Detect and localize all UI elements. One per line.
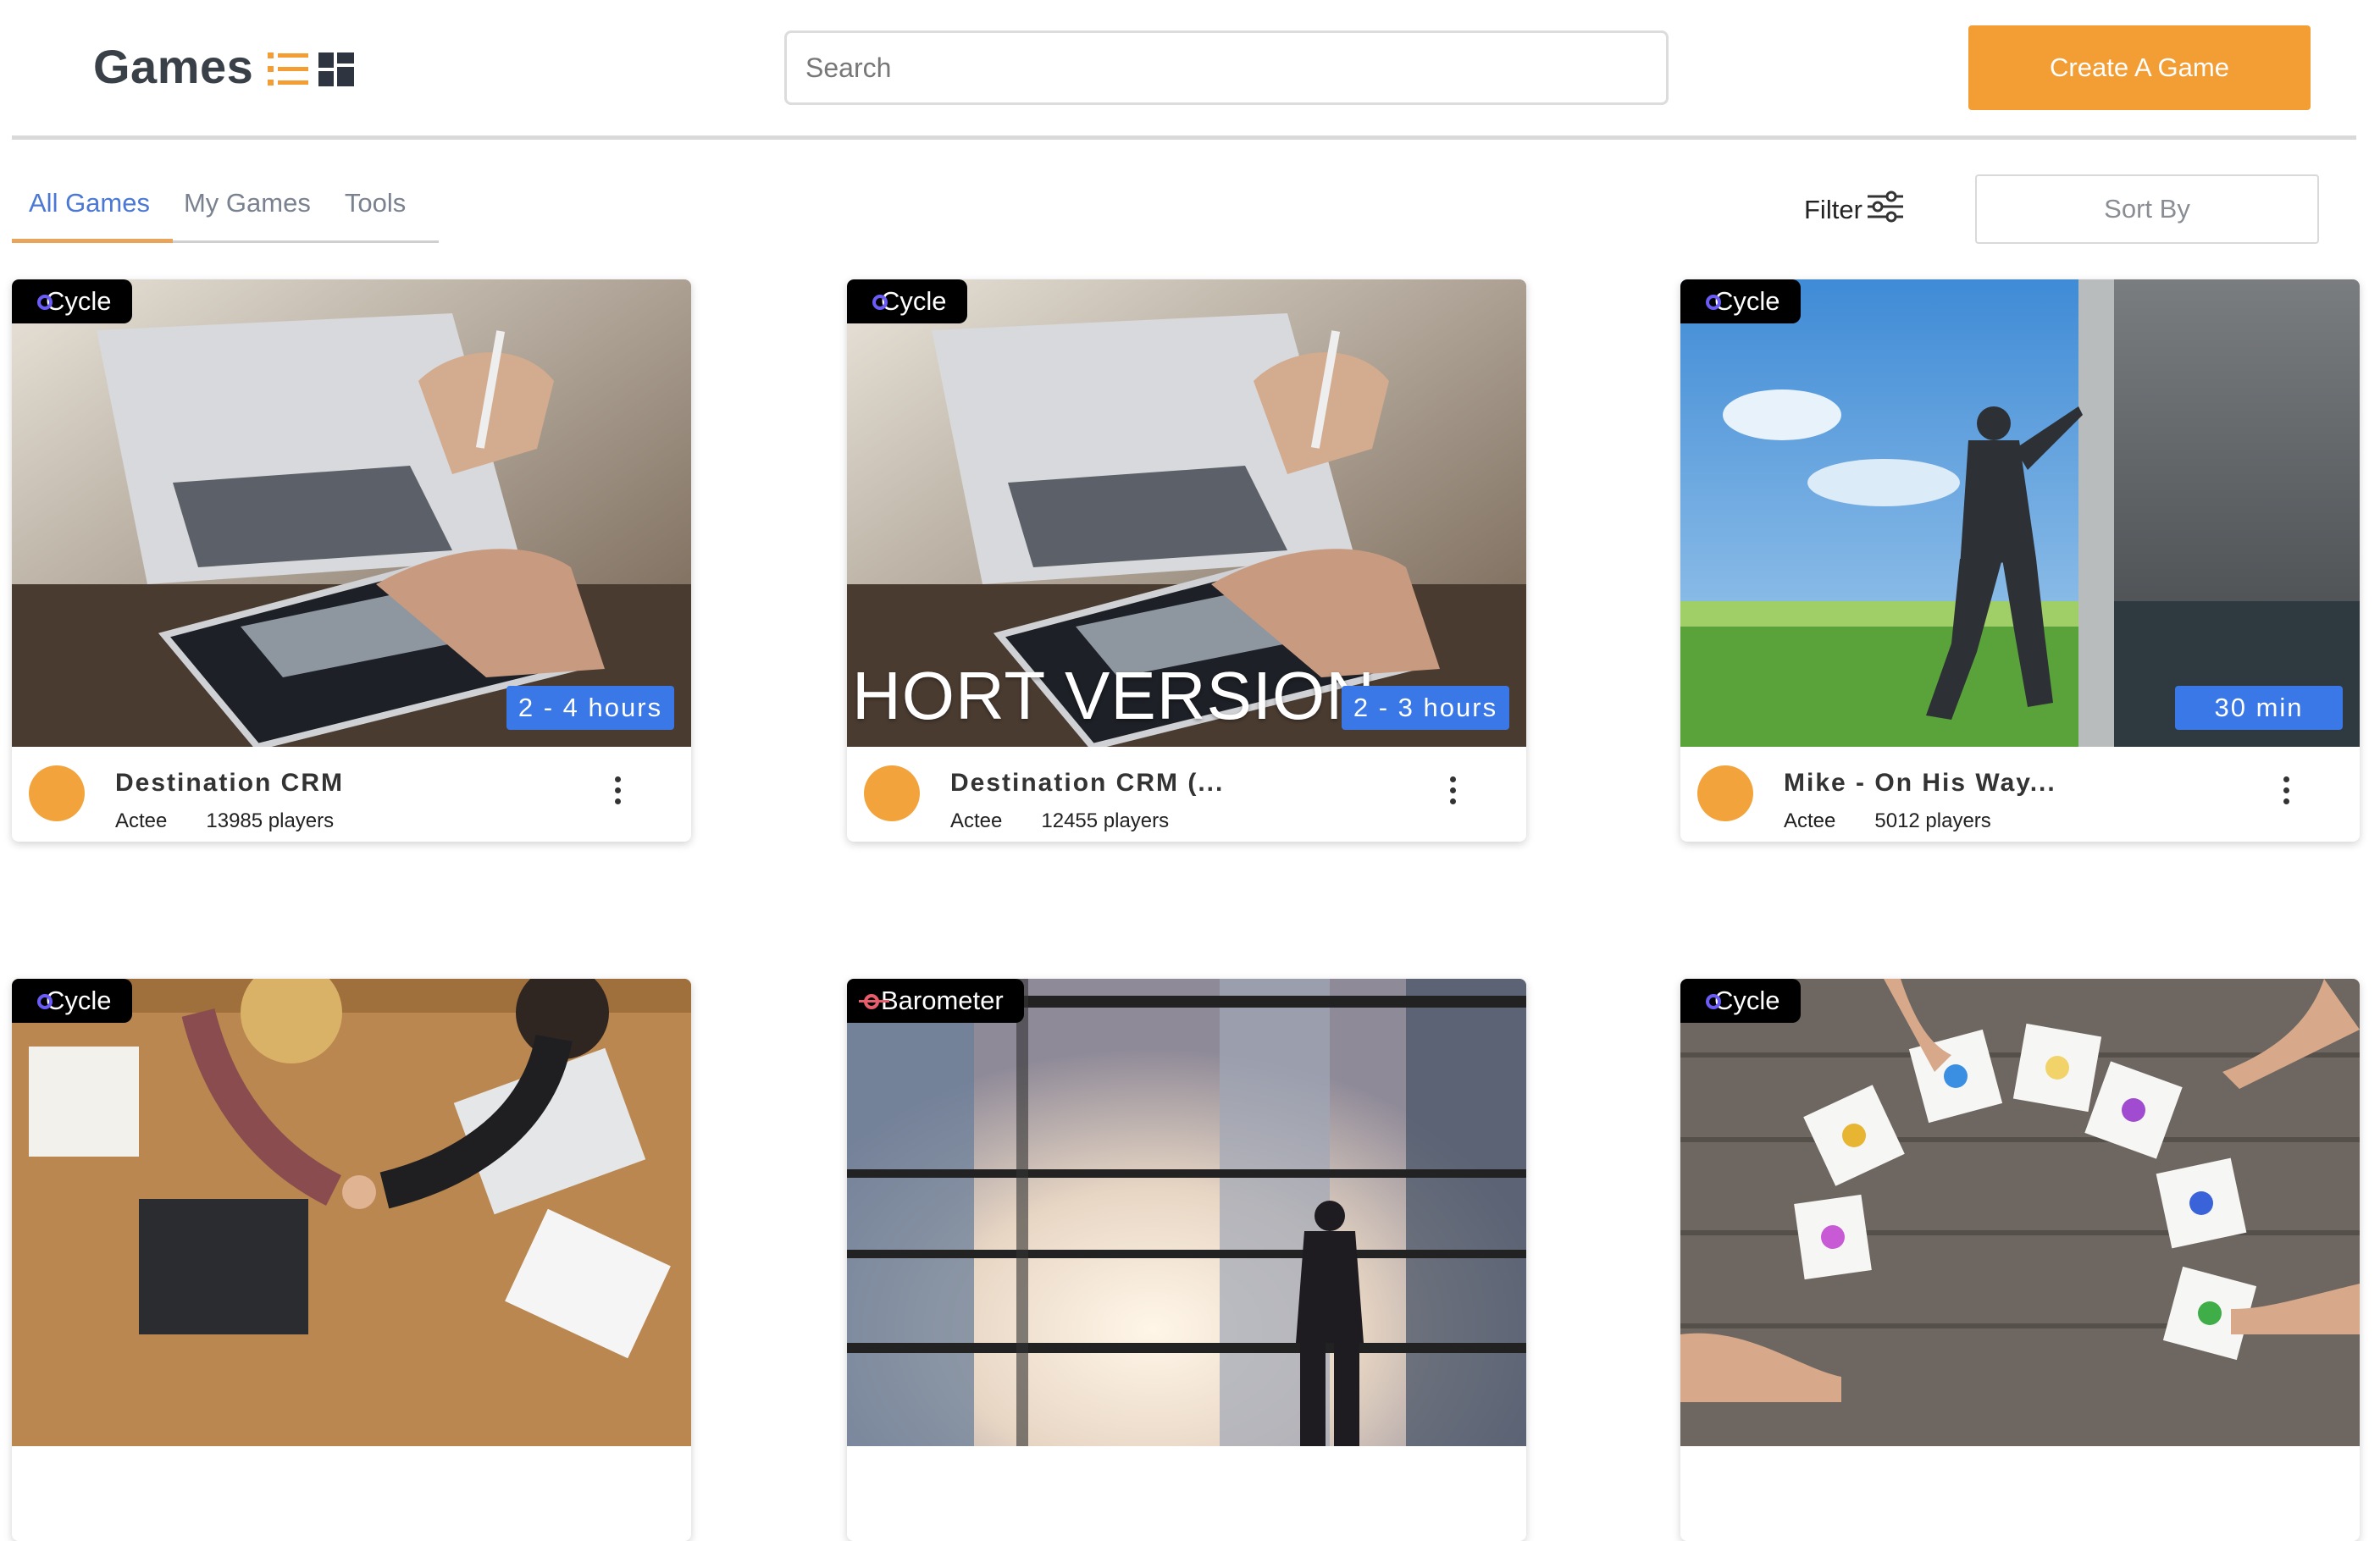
game-type-label: Cycle [1714, 286, 1780, 316]
game-meta: Actee 13985 players [115, 809, 334, 833]
cycle-icon [1706, 295, 1721, 310]
game-meta: Actee 5012 players [1784, 809, 1991, 833]
active-tab-indicator [12, 239, 173, 243]
author-name: Actee [115, 809, 168, 832]
game-name[interactable]: Mike - On His Way... [1784, 769, 2056, 798]
game-card[interactable]: Cycle [12, 979, 691, 1541]
cycle-icon [37, 295, 53, 310]
card-menu-button[interactable] [2273, 769, 2299, 811]
author-avatar [29, 765, 85, 821]
author-avatar [864, 765, 920, 821]
view-toggle[interactable] [268, 51, 356, 92]
thumbnail-overlay-text: HORT VERSION [852, 658, 1376, 733]
player-count: 5012 players [1874, 809, 1991, 832]
game-type-badge: Cycle [12, 279, 132, 323]
card-footer: Destination CRM Actee 13985 players [12, 747, 691, 842]
page-title: Games [93, 40, 254, 93]
cycle-icon [872, 295, 888, 310]
duration-badge: 2 - 3 hours [1342, 686, 1509, 730]
game-type-badge: Barometer [847, 979, 1024, 1023]
game-thumbnail: HORT VERSION Cycle 2 - 3 hours [847, 279, 1526, 747]
game-type-label: Cycle [1714, 986, 1780, 1015]
author-avatar [1697, 765, 1753, 821]
game-thumbnail: Cycle [1680, 979, 2360, 1446]
game-type-label: Barometer [881, 986, 1004, 1015]
player-count: 12455 players [1041, 809, 1170, 832]
sliders-icon [1866, 190, 1905, 230]
card-menu-button[interactable] [605, 769, 630, 811]
filter-button[interactable]: Filter [1804, 190, 1905, 230]
game-thumbnail: Cycle 2 - 4 hours [12, 279, 691, 747]
game-type-badge: Cycle [1680, 979, 1801, 1023]
tab-my-games[interactable]: My Games [167, 188, 328, 234]
game-thumbnail: Cycle 30 min [1680, 279, 2360, 747]
game-name[interactable]: Destination CRM (... [950, 769, 1224, 798]
card-menu-button[interactable] [1440, 769, 1465, 811]
header-divider [12, 135, 2356, 140]
game-type-badge: Cycle [1680, 279, 1801, 323]
card-footer: Destination CRM (... Actee 12455 players [847, 747, 1526, 842]
game-meta: Actee 12455 players [950, 809, 1169, 833]
sort-by-button[interactable]: Sort By [1975, 174, 2319, 244]
game-tabs: All Games My Games Tools [12, 188, 423, 234]
game-card[interactable]: Cycle [1680, 979, 2360, 1541]
search-input[interactable] [784, 30, 1669, 105]
game-type-badge: Cycle [12, 979, 132, 1023]
filter-label: Filter [1804, 195, 1862, 224]
game-thumbnail: Barometer [847, 979, 1526, 1446]
player-count: 13985 players [206, 809, 335, 832]
list-view-icon[interactable] [268, 51, 310, 92]
game-thumbnail: Cycle [12, 979, 691, 1446]
barometer-icon [864, 994, 879, 1009]
game-type-label: Cycle [46, 986, 112, 1015]
duration-badge: 2 - 4 hours [506, 686, 674, 730]
game-name[interactable]: Destination CRM [115, 769, 344, 798]
cycle-icon [1706, 994, 1721, 1009]
game-card[interactable]: Cycle 2 - 4 hours Destination CRM Actee 1… [12, 279, 691, 842]
tab-tools[interactable]: Tools [328, 188, 423, 234]
game-card[interactable]: Barometer [847, 979, 1526, 1541]
grid-view-icon[interactable] [318, 51, 356, 92]
duration-badge: 30 min [2175, 686, 2343, 730]
author-name: Actee [1784, 809, 1836, 832]
cycle-icon [37, 994, 53, 1009]
game-card[interactable]: HORT VERSION Cycle 2 - 3 hours Destinati… [847, 279, 1526, 842]
game-type-label: Cycle [881, 286, 947, 316]
game-type-label: Cycle [46, 286, 112, 316]
create-game-button[interactable]: Create A Game [1968, 25, 2311, 110]
tab-all-games[interactable]: All Games [12, 188, 167, 234]
card-footer: Mike - On His Way... Actee 5012 players [1680, 747, 2360, 842]
game-type-badge: Cycle [847, 279, 967, 323]
author-name: Actee [950, 809, 1003, 832]
game-card[interactable]: Cycle 30 min Mike - On His Way... Actee 5… [1680, 279, 2360, 842]
